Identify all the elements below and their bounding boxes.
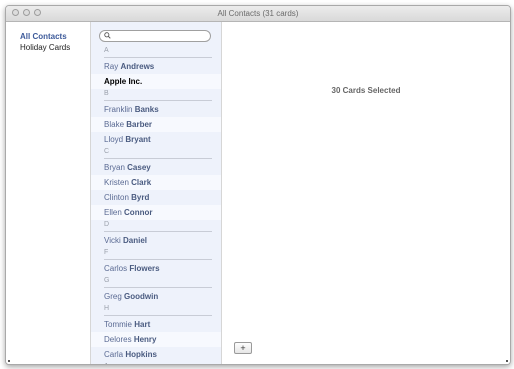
last-name: Andrews xyxy=(120,62,155,71)
contact-row[interactable]: Carlos Flowers xyxy=(91,261,221,276)
contact-name: Tommie Hart xyxy=(104,320,150,329)
contacts-window: All Contacts (31 cards) All Contacts Hol… xyxy=(5,5,511,365)
last-name: Hart xyxy=(134,320,151,329)
company-card-row[interactable]: Apple Inc. xyxy=(91,74,221,89)
section-header: D xyxy=(104,221,212,232)
contact-row[interactable]: Franklin Banks xyxy=(91,102,221,117)
last-name: Daniel xyxy=(122,236,147,245)
last-name: Clark xyxy=(131,178,152,187)
section-header: J xyxy=(104,363,212,364)
contact-row[interactable]: Ray Andrews xyxy=(91,59,221,74)
last-name: Casey xyxy=(127,163,151,172)
section-header: F xyxy=(104,249,212,260)
group-all-contacts[interactable]: All Contacts xyxy=(20,32,67,41)
contact-name: Franklin Banks xyxy=(104,105,159,114)
section-header: C xyxy=(104,148,212,159)
contact-row[interactable]: Clinton Byrd xyxy=(91,190,221,205)
contact-row[interactable]: Blake Barber xyxy=(91,117,221,132)
groups-sidebar: All Contacts Holiday Cards xyxy=(6,22,91,364)
first-name: Clinton xyxy=(104,193,129,202)
first-name: Greg xyxy=(104,292,122,301)
contact-name: Bryan Casey xyxy=(104,163,151,172)
first-name: Tommie xyxy=(104,320,133,329)
last-name: Hopkins xyxy=(125,350,157,359)
contact-row[interactable]: Vicki Daniel xyxy=(91,233,221,248)
first-name: Ellen xyxy=(104,208,122,217)
card-detail-pane: 30 Cards Selected + xyxy=(222,22,510,364)
add-card-button[interactable]: + xyxy=(234,342,252,354)
contact-row[interactable]: Greg Goodwin xyxy=(91,289,221,304)
cards-list-pane: A Ray Andrews Apple Inc. B Franklin Banks Bla… xyxy=(91,22,222,364)
section-header: G xyxy=(104,277,212,288)
contact-row[interactable]: Kristen Clark xyxy=(91,175,221,190)
section-header: B xyxy=(104,90,212,101)
first-name: Kristen xyxy=(104,178,129,187)
contact-name: Carlos Flowers xyxy=(104,264,160,273)
first-name: Delores xyxy=(104,335,132,344)
resize-grip-right[interactable] xyxy=(506,360,508,362)
first-name: Lloyd xyxy=(104,135,124,144)
last-name: Bryant xyxy=(125,135,151,144)
contact-row[interactable]: Tommie Hart xyxy=(91,317,221,332)
last-name: Barber xyxy=(126,120,153,129)
contact-row[interactable]: Ellen Connor xyxy=(91,205,221,220)
last-name: Goodwin xyxy=(124,292,159,301)
search-field[interactable] xyxy=(99,30,211,42)
contact-name: Kristen Clark xyxy=(104,178,151,187)
contact-name: Clinton Byrd xyxy=(104,193,149,202)
contact-name: Ellen Connor xyxy=(104,208,152,217)
contact-name: Ray Andrews xyxy=(104,62,154,71)
first-name: Blake xyxy=(104,120,125,129)
contact-name: Delores Henry xyxy=(104,335,157,344)
section-header: A xyxy=(104,47,212,58)
contact-row[interactable]: Bryan Casey xyxy=(91,160,221,175)
first-name: Vicki xyxy=(104,236,121,245)
contact-name: Greg Goodwin xyxy=(104,292,158,301)
last-name: Henry xyxy=(133,335,157,344)
last-name: Banks xyxy=(134,105,159,114)
first-name: Bryan xyxy=(104,163,125,172)
contact-name: Blake Barber xyxy=(104,120,152,129)
resize-grip-left xyxy=(8,360,10,362)
contact-name: Carla Hopkins xyxy=(104,350,157,359)
contact-name: Vicki Daniel xyxy=(104,236,147,245)
last-name: Connor xyxy=(124,208,153,217)
contact-row[interactable]: Carla Hopkins xyxy=(91,347,221,362)
selection-count: 30 Cards Selected xyxy=(331,86,401,95)
section-header: H xyxy=(104,305,212,316)
window-title: All Contacts (31 cards) xyxy=(217,9,299,18)
search-icon xyxy=(104,32,111,39)
first-name: Carla xyxy=(104,350,124,359)
first-name: Ray xyxy=(104,62,119,71)
last-name: Flowers xyxy=(129,264,160,273)
contact-name: Lloyd Bryant xyxy=(104,135,151,144)
contact-row[interactable]: Delores Henry xyxy=(91,332,221,347)
contact-name: Apple Inc. xyxy=(104,77,143,86)
first-name: Franklin xyxy=(104,105,133,114)
first-name: Carlos xyxy=(104,264,128,273)
group-holiday-cards[interactable]: Holiday Cards xyxy=(20,43,70,52)
title-bar: All Contacts (31 cards) xyxy=(6,6,510,22)
contact-row[interactable]: Lloyd Bryant xyxy=(91,132,221,147)
last-name: Byrd xyxy=(131,193,150,202)
